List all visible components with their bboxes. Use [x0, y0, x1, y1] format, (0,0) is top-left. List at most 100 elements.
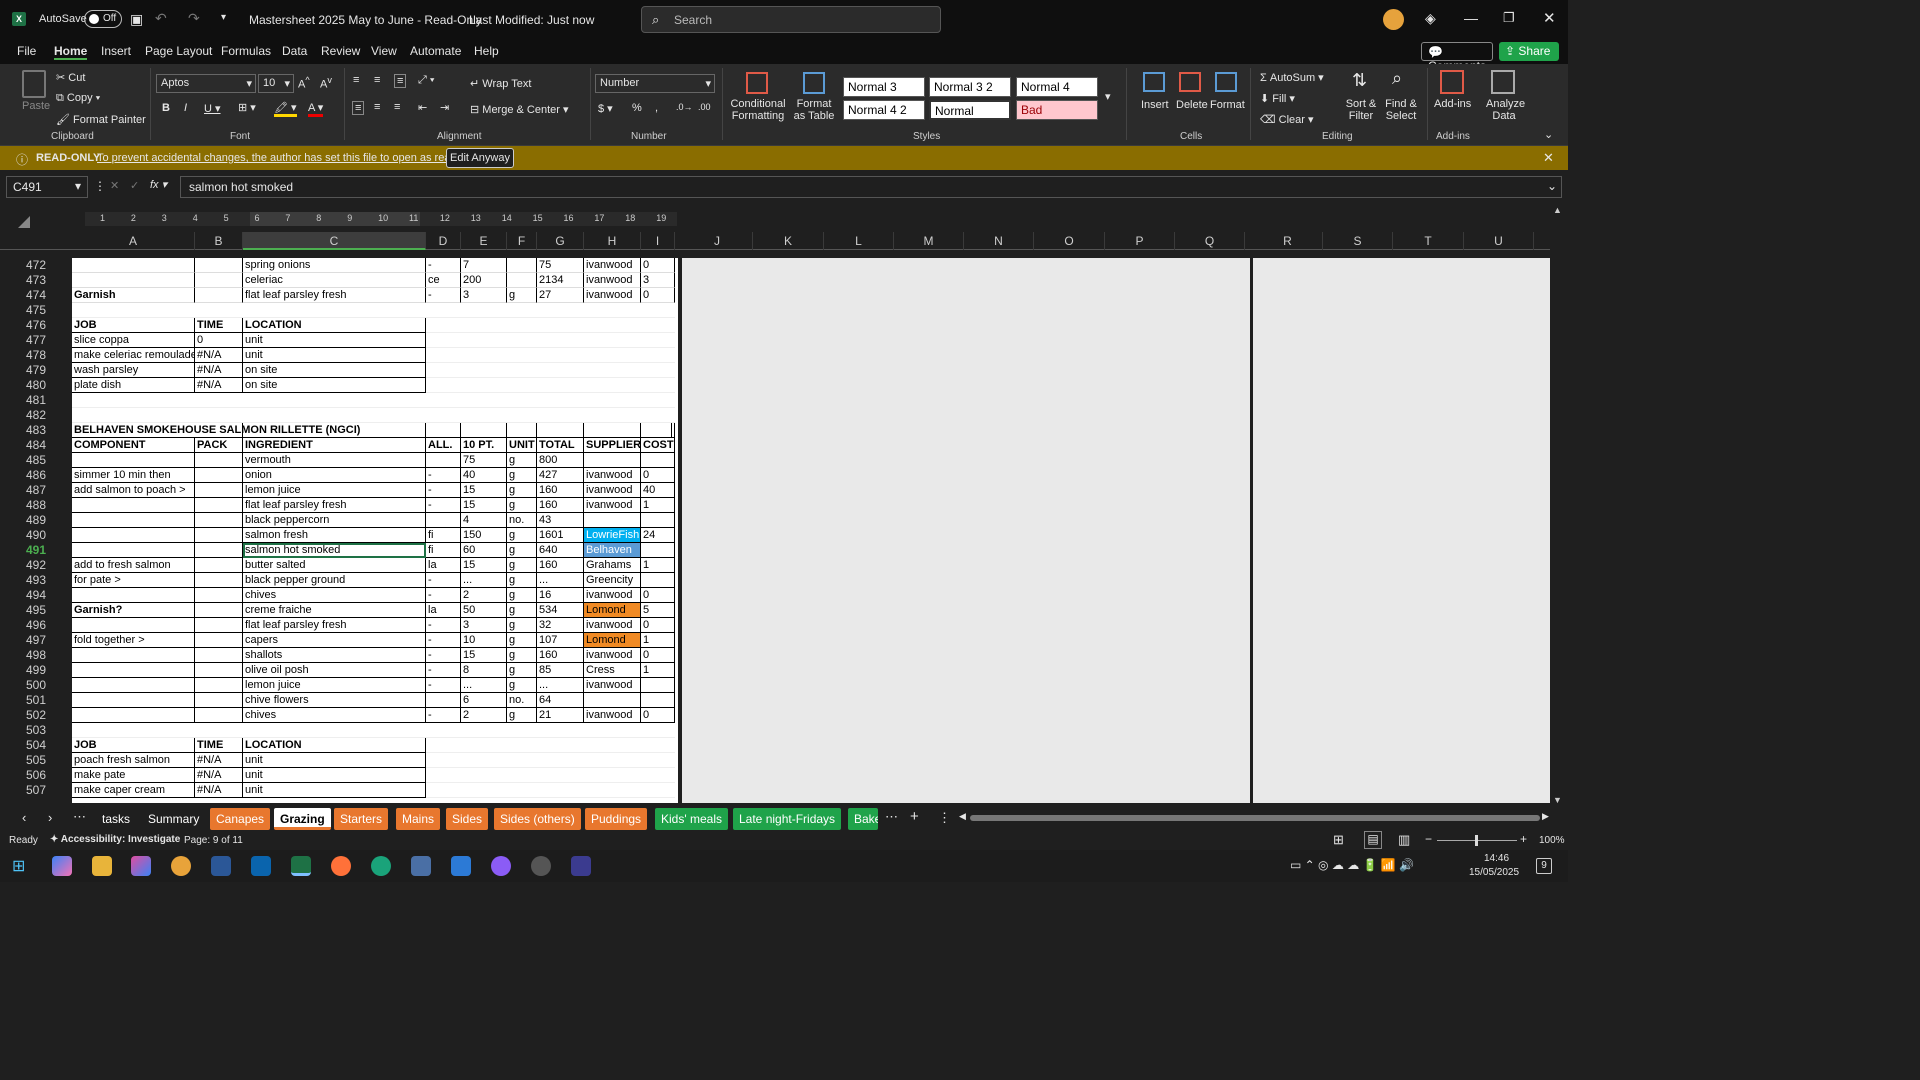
cell[interactable]: 75 [537, 258, 584, 273]
cell[interactable]: ivanwood [584, 618, 641, 633]
cell[interactable] [461, 303, 507, 318]
cell[interactable]: INGREDIENT [243, 438, 426, 453]
cell[interactable]: ALL. [426, 438, 461, 453]
cell[interactable] [584, 723, 641, 738]
cell[interactable] [537, 738, 584, 753]
menu-insert[interactable]: Insert [101, 44, 131, 58]
orientation-icon[interactable]: ⤢ ▾ [418, 74, 434, 87]
borders-icon[interactable]: ⊞ ▾ [238, 101, 256, 114]
sheet-tab-tasks[interactable]: tasks [96, 808, 136, 830]
row-header[interactable]: 484 [26, 438, 70, 452]
copilot-icon[interactable] [52, 856, 72, 876]
cell[interactable] [195, 648, 243, 663]
cell[interactable] [426, 738, 461, 753]
cell[interactable] [195, 273, 243, 288]
align-middle-icon[interactable]: ≡ [374, 74, 380, 86]
scroll-up-icon[interactable]: ▲ [1553, 205, 1562, 215]
cell[interactable] [426, 768, 461, 783]
restore-icon[interactable]: ❐ [1503, 10, 1515, 26]
cut-button[interactable]: ✂ Cut [56, 71, 85, 84]
cell[interactable] [584, 393, 641, 408]
cell[interactable]: on site [243, 378, 426, 393]
cell[interactable] [195, 288, 243, 303]
bold-icon[interactable]: B [162, 102, 170, 114]
cell[interactable]: #N/A [195, 363, 243, 378]
style-normal-4-2[interactable]: Normal 4 2 [843, 100, 925, 120]
col-header-G[interactable]: G [537, 232, 584, 250]
cell[interactable] [507, 783, 537, 798]
col-header-D[interactable]: D [426, 232, 461, 250]
cell[interactable] [426, 423, 461, 438]
cell[interactable] [426, 753, 461, 768]
cell[interactable]: ivanwood [584, 273, 641, 288]
cell[interactable]: g [507, 543, 537, 558]
cell[interactable]: fi [426, 528, 461, 543]
cell[interactable] [195, 708, 243, 723]
cell[interactable]: - [426, 483, 461, 498]
cancel-icon[interactable]: ✕ [110, 179, 119, 192]
cell[interactable]: make celeriac remoulade [72, 348, 195, 363]
cell[interactable]: 640 [537, 543, 584, 558]
row-header[interactable]: 489 [26, 513, 70, 527]
cell[interactable]: on site [243, 363, 426, 378]
cell[interactable]: 43 [537, 513, 584, 528]
cell[interactable] [426, 393, 461, 408]
cell[interactable]: #N/A [195, 348, 243, 363]
cell[interactable] [537, 423, 584, 438]
paste-button[interactable]: Paste [22, 100, 50, 112]
cell[interactable]: Greencity [584, 573, 641, 588]
cell[interactable]: #N/A [195, 378, 243, 393]
row-header[interactable]: 495 [26, 603, 70, 617]
cell[interactable]: g [507, 288, 537, 303]
sheet-tab-canapes[interactable]: Canapes [210, 808, 271, 830]
cell[interactable] [72, 648, 195, 663]
cell[interactable] [507, 258, 537, 273]
col-header-R[interactable]: R [1253, 232, 1323, 250]
cell[interactable] [195, 468, 243, 483]
cell[interactable]: ivanwood [584, 588, 641, 603]
cell[interactable]: 534 [537, 603, 584, 618]
cell[interactable] [195, 693, 243, 708]
cell[interactable] [195, 423, 243, 438]
cell[interactable]: fold together > [72, 633, 195, 648]
cell[interactable]: SUPPLIER [584, 438, 641, 453]
cell[interactable] [507, 723, 537, 738]
cell[interactable] [584, 738, 641, 753]
cell[interactable]: - [426, 633, 461, 648]
col-header-S[interactable]: S [1323, 232, 1393, 250]
cell[interactable] [195, 588, 243, 603]
cell[interactable]: ... [461, 678, 507, 693]
cell[interactable]: TIME [195, 738, 243, 753]
word-icon[interactable] [211, 856, 231, 876]
cell[interactable] [537, 393, 584, 408]
cell[interactable] [641, 513, 675, 528]
increase-decimal-icon[interactable]: .0→ [676, 102, 693, 112]
row-header[interactable]: 486 [26, 468, 70, 482]
sort-filter-button[interactable]: Sort & Filter [1344, 98, 1378, 122]
cell[interactable]: no. [507, 693, 537, 708]
enter-icon[interactable]: ✓ [130, 179, 139, 192]
cell[interactable]: ... [537, 678, 584, 693]
hscroll-left-icon[interactable]: ◀ [959, 811, 966, 822]
outlook-icon[interactable] [251, 856, 271, 876]
sheet-tab-puddings[interactable]: Puddings [585, 808, 648, 830]
cell[interactable] [72, 678, 195, 693]
cell[interactable] [426, 408, 461, 423]
cell[interactable]: TOTAL [537, 438, 584, 453]
cell[interactable]: - [426, 288, 461, 303]
cell[interactable]: - [426, 663, 461, 678]
cell[interactable] [584, 318, 641, 333]
cell[interactable] [584, 753, 641, 768]
last-modified[interactable]: Last Modified: Just now [469, 13, 594, 27]
app-icon[interactable] [571, 856, 591, 876]
m365-icon[interactable] [131, 856, 151, 876]
cell[interactable]: - [426, 258, 461, 273]
menu-automate[interactable]: Automate [410, 44, 461, 58]
fill-color-icon[interactable]: 🖍 ▾ [274, 101, 297, 117]
cell[interactable]: Lomond [584, 603, 641, 618]
cell[interactable]: 15 [461, 498, 507, 513]
cell[interactable]: g [507, 573, 537, 588]
cell[interactable] [195, 603, 243, 618]
cell[interactable]: 40 [461, 468, 507, 483]
cell[interactable] [195, 528, 243, 543]
